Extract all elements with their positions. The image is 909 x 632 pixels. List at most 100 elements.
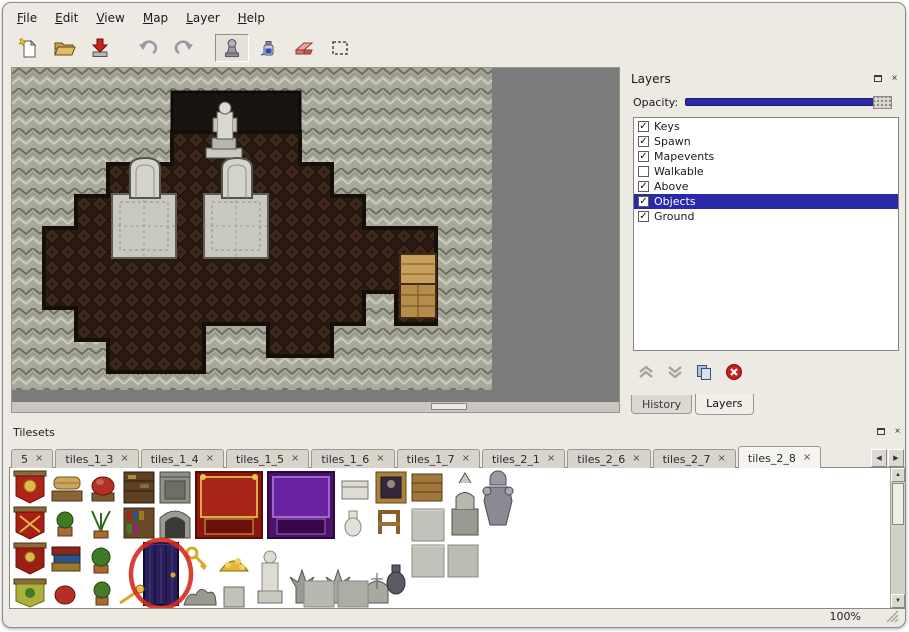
tile-gray-arch[interactable] bbox=[160, 511, 190, 538]
new-map-button[interactable] bbox=[11, 34, 45, 62]
tileset-tab[interactable]: 5× bbox=[11, 449, 53, 468]
eraser-tool-button[interactable] bbox=[287, 34, 321, 62]
map-horizontal-scrollbar[interactable] bbox=[12, 402, 619, 412]
tile-red-pot-2[interactable] bbox=[55, 586, 75, 604]
tile-plant-4[interactable] bbox=[94, 582, 110, 605]
tile-red-throne[interactable] bbox=[196, 472, 262, 538]
tileset-tab[interactable]: tiles_1_5× bbox=[226, 449, 309, 468]
select-tool-button[interactable] bbox=[323, 34, 357, 62]
menu-map[interactable]: Map bbox=[137, 9, 174, 27]
tile-obelisk[interactable] bbox=[452, 473, 478, 535]
layer-row-ground[interactable]: ✓ Ground bbox=[634, 209, 898, 224]
float-panel-button[interactable] bbox=[871, 72, 884, 85]
layer-row-walkable[interactable]: Walkable bbox=[634, 164, 898, 179]
delete-layer-button[interactable] bbox=[725, 363, 743, 381]
tile-gray-cabinet[interactable] bbox=[160, 472, 190, 503]
map-canvas[interactable] bbox=[12, 68, 492, 390]
move-layer-up-button[interactable] bbox=[637, 364, 655, 380]
tab-scroll-left-button[interactable]: ◀ bbox=[871, 449, 887, 467]
tileset-content[interactable]: ▲ ▼ bbox=[9, 467, 906, 609]
layer-checkbox[interactable]: ✓ bbox=[638, 151, 649, 162]
map-hscroll-thumb[interactable] bbox=[431, 403, 467, 410]
tileset-tab[interactable]: tiles_1_4× bbox=[141, 449, 224, 468]
tileset-tab[interactable]: tiles_2_8× bbox=[738, 446, 821, 468]
tile-tall-plant[interactable] bbox=[92, 511, 110, 538]
tab-close-icon[interactable]: × bbox=[462, 454, 470, 464]
opacity-slider[interactable] bbox=[685, 98, 891, 106]
tile-loom[interactable] bbox=[52, 477, 82, 501]
tile-dark-cabinet[interactable] bbox=[124, 472, 154, 503]
tile-wood-chair[interactable] bbox=[378, 510, 400, 534]
float-panel-button[interactable] bbox=[874, 425, 887, 438]
layer-row-spawn[interactable]: ✓ Spawn bbox=[634, 134, 898, 149]
tab-close-icon[interactable]: × bbox=[632, 454, 640, 464]
tileset-tab[interactable]: tiles_2_6× bbox=[567, 449, 650, 468]
layer-row-above[interactable]: ✓ Above bbox=[634, 179, 898, 194]
tile-wood-shelf[interactable] bbox=[412, 474, 442, 501]
tab-close-icon[interactable]: × bbox=[718, 454, 726, 464]
tab-close-icon[interactable]: × bbox=[120, 454, 128, 464]
layer-checkbox[interactable]: ✓ bbox=[638, 121, 649, 132]
tile-armor[interactable] bbox=[483, 471, 513, 525]
tile-small-plant[interactable] bbox=[57, 512, 73, 536]
close-panel-button[interactable]: × bbox=[888, 72, 901, 85]
tileset-grid[interactable] bbox=[12, 469, 552, 609]
map-viewport[interactable] bbox=[11, 67, 620, 413]
tile-white-statue[interactable] bbox=[258, 551, 282, 603]
tile-book-stack[interactable] bbox=[52, 547, 80, 571]
tab-history[interactable]: History bbox=[631, 395, 692, 414]
tab-close-icon[interactable]: × bbox=[547, 454, 555, 464]
tileset-vertical-scrollbar[interactable]: ▲ ▼ bbox=[890, 468, 905, 608]
layer-row-mapevents[interactable]: ✓ Mapevents bbox=[634, 149, 898, 164]
layer-checkbox[interactable]: ✓ bbox=[638, 181, 649, 192]
duplicate-layer-button[interactable] bbox=[695, 364, 714, 381]
tile-banner-red[interactable] bbox=[14, 471, 46, 503]
layer-checkbox[interactable]: ✓ bbox=[638, 136, 649, 147]
tile-white-chest[interactable] bbox=[342, 481, 368, 499]
menu-edit[interactable]: Edit bbox=[49, 9, 84, 27]
tile-dark-vase[interactable] bbox=[387, 565, 405, 594]
menu-file[interactable]: File bbox=[11, 9, 43, 27]
tile-bookshelf[interactable] bbox=[124, 508, 154, 538]
tile-tombstone[interactable] bbox=[366, 573, 388, 603]
tile-portrait[interactable] bbox=[376, 472, 406, 503]
tile-gold-pile[interactable] bbox=[220, 558, 248, 571]
tileset-tab[interactable]: tiles_1_6× bbox=[311, 449, 394, 468]
layer-row-keys[interactable]: ✓ Keys bbox=[634, 119, 898, 134]
resize-grip[interactable] bbox=[886, 610, 899, 623]
open-map-button[interactable] bbox=[47, 34, 81, 62]
tile-purple-door[interactable] bbox=[144, 543, 178, 605]
tile-white-vase[interactable] bbox=[345, 511, 361, 536]
tileset-tab[interactable]: tiles_1_3× bbox=[55, 449, 138, 468]
tile-banner-red-3[interactable] bbox=[14, 543, 46, 574]
layer-checkbox[interactable]: ✓ bbox=[638, 196, 649, 207]
scroll-up-button[interactable]: ▲ bbox=[891, 468, 905, 482]
menu-view[interactable]: View bbox=[90, 9, 130, 27]
close-panel-button[interactable]: × bbox=[891, 425, 904, 438]
layer-checkbox[interactable] bbox=[638, 166, 649, 177]
stamp-tool-button[interactable] bbox=[215, 34, 249, 62]
menu-help[interactable]: Help bbox=[232, 9, 271, 27]
vscroll-thumb[interactable] bbox=[892, 483, 904, 525]
tab-layers[interactable]: Layers bbox=[695, 394, 753, 415]
fill-tool-button[interactable] bbox=[251, 34, 285, 62]
redo-button[interactable] bbox=[167, 34, 201, 62]
tab-scroll-right-button[interactable]: ▶ bbox=[888, 449, 904, 467]
tab-close-icon[interactable]: × bbox=[206, 454, 214, 464]
tile-banner-red-2[interactable] bbox=[14, 507, 46, 539]
tab-close-icon[interactable]: × bbox=[376, 454, 384, 464]
tileset-tab[interactable]: tiles_1_7× bbox=[397, 449, 480, 468]
undo-button[interactable] bbox=[131, 34, 165, 62]
tile-banner-yellow[interactable] bbox=[14, 579, 46, 607]
tab-close-icon[interactable]: × bbox=[35, 454, 43, 464]
tile-red-pot[interactable] bbox=[92, 477, 114, 501]
tileset-tab[interactable]: tiles_2_1× bbox=[482, 449, 565, 468]
save-map-button[interactable] bbox=[83, 34, 117, 62]
scroll-down-button[interactable]: ▼ bbox=[891, 594, 905, 608]
tab-close-icon[interactable]: × bbox=[291, 454, 299, 464]
layer-checkbox[interactable]: ✓ bbox=[638, 211, 649, 222]
layers-list[interactable]: ✓ Keys ✓ Spawn ✓ Mapevents Walkable ✓ Ab… bbox=[633, 117, 899, 351]
tile-plant-3[interactable] bbox=[92, 548, 110, 573]
tileset-tab[interactable]: tiles_2_7× bbox=[653, 449, 736, 468]
tile-statue-base[interactable] bbox=[224, 587, 244, 607]
